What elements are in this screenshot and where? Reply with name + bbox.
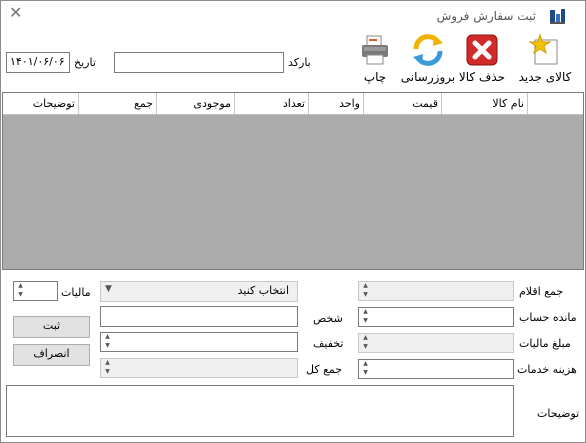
grid-header: نام کالا قیمت واحد تعداد موجودی جمع توضی…: [3, 93, 583, 115]
refresh-button[interactable]: بروزرسانی: [399, 33, 457, 84]
tax-label: مالیات: [61, 286, 91, 299]
notes-label: توضیحات: [537, 407, 580, 420]
window-title: ثبت سفارش فروش: [436, 9, 536, 23]
discount-label: تخفیف: [313, 337, 344, 350]
account-balance-label: مانده حساب: [519, 311, 577, 324]
delete-item-button[interactable]: حذف کالا: [452, 33, 512, 84]
new-item-label: کالای جدید: [518, 70, 572, 84]
grand-total-field: ▲ ▼: [100, 358, 298, 378]
printer-icon: [362, 35, 388, 65]
close-icon[interactable]: ✕: [9, 3, 22, 22]
date-label: تاریخ: [74, 56, 96, 69]
chevron-down-icon: ▼: [105, 284, 112, 294]
discount-spinner[interactable]: ▲ ▼: [101, 333, 114, 351]
grand-total-label: جمع کل: [306, 363, 343, 376]
account-balance-field[interactable]: ▲ ▼: [358, 307, 514, 327]
tax-field[interactable]: ▲ ▼: [13, 281, 58, 301]
new-item-button[interactable]: کالای جدید: [514, 33, 576, 84]
tax-amount-label: مبلغ مالیات: [519, 337, 571, 350]
person-select[interactable]: ▼ انتخاب کنید: [100, 281, 298, 302]
delete-icon: [466, 34, 498, 66]
service-cost-label: هزینه خدمات: [517, 363, 577, 376]
column-header[interactable]: نام کالا: [441, 93, 527, 114]
grand-total-spinner: ▲ ▼: [105, 359, 110, 375]
notes-textarea[interactable]: [6, 385, 514, 437]
date-input[interactable]: ۱۴۰۱/۰۶/۰۶: [6, 52, 70, 73]
account-balance-spinner[interactable]: ▲ ▼: [359, 308, 372, 326]
discount-field[interactable]: ▲ ▼: [100, 332, 298, 352]
print-button[interactable]: چاپ: [357, 33, 393, 84]
app-logo-icon: [550, 9, 565, 24]
new-document-icon: [528, 33, 558, 65]
order-items-grid[interactable]: نام کالا قیمت واحد تعداد موجودی جمع توضی…: [2, 92, 584, 270]
barcode-input[interactable]: [114, 52, 284, 73]
refresh-icon: [413, 34, 443, 66]
save-button[interactable]: ثبت: [13, 316, 90, 338]
column-header[interactable]: تعداد: [234, 93, 308, 114]
items-total-label: جمع اقلام: [519, 285, 564, 298]
tax-spinner[interactable]: ▲ ▼: [14, 282, 27, 300]
barcode-label: بارکد: [288, 56, 311, 69]
delete-item-label: حذف کالا: [458, 70, 506, 84]
column-header[interactable]: قیمت: [363, 93, 441, 114]
column-header[interactable]: توضیحات: [3, 93, 78, 114]
items-total-field: ▲ ▼: [358, 281, 514, 301]
tax-amount-spinner: ▲ ▼: [363, 334, 368, 350]
person-input[interactable]: [100, 306, 298, 327]
refresh-label: بروزرسانی: [400, 70, 456, 84]
cancel-button[interactable]: انصراف: [13, 344, 90, 366]
column-header[interactable]: واحد: [308, 93, 363, 114]
column-header[interactable]: موجودی: [156, 93, 234, 114]
service-cost-spinner[interactable]: ▲ ▼: [359, 360, 372, 378]
column-header[interactable]: جمع: [78, 93, 156, 114]
tax-amount-field: ▲ ▼: [358, 333, 514, 353]
print-label: چاپ: [363, 70, 387, 84]
person-label: شخص: [313, 312, 343, 325]
grid-row-header: [527, 93, 583, 114]
items-total-spinner: ▲ ▼: [363, 282, 368, 298]
service-cost-field[interactable]: ▲ ▼: [358, 359, 514, 379]
